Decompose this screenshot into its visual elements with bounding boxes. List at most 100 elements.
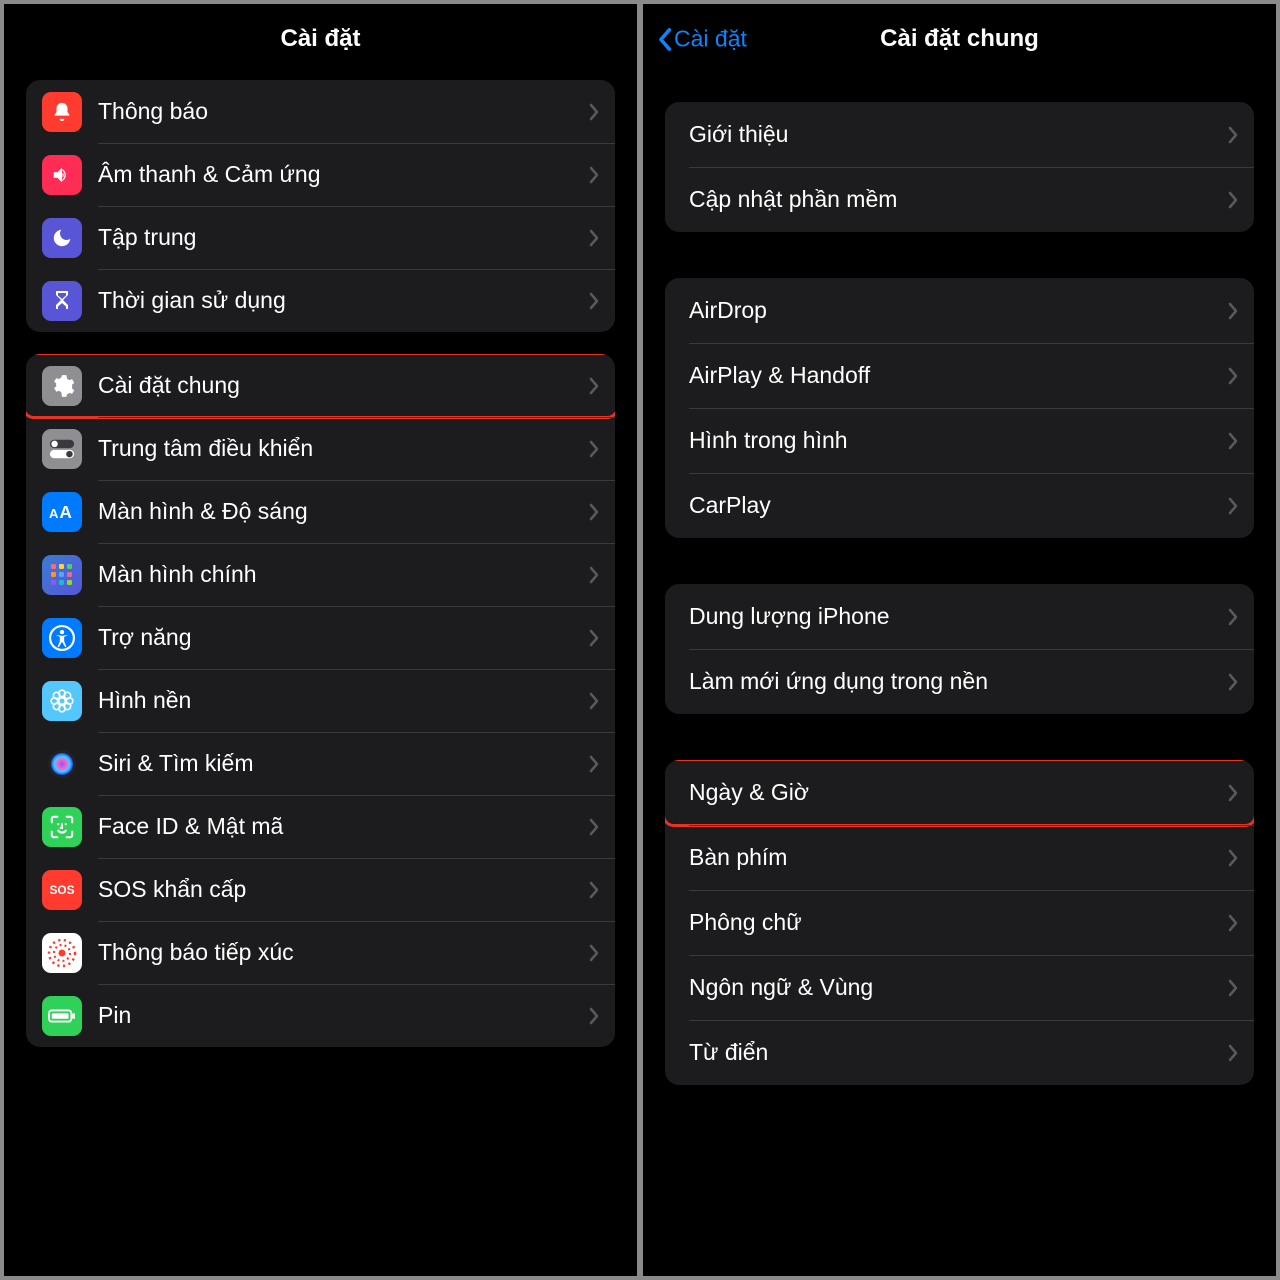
chevron-right-icon: [589, 166, 599, 184]
settings-row-pip[interactable]: Hình trong hình: [665, 408, 1254, 473]
row-label: Thông báo: [98, 98, 589, 125]
chevron-right-icon: [589, 1007, 599, 1025]
row-label: SOS khẩn cấp: [98, 876, 589, 903]
row-label: AirDrop: [689, 297, 1228, 324]
settings-row-wallpaper[interactable]: Hình nền: [26, 669, 615, 732]
speaker-icon: [42, 155, 82, 195]
chevron-right-icon: [589, 103, 599, 121]
row-label: Ngày & Giờ: [689, 779, 1228, 806]
general-list[interactable]: Giới thiệu Cập nhật phần mềm AirDrop AirPla…: [643, 74, 1276, 1276]
settings-row-sounds[interactable]: Âm thanh & Cảm ứng: [26, 143, 615, 206]
grid-icon: [42, 555, 82, 595]
chevron-right-icon: [589, 229, 599, 247]
settings-row-airplay[interactable]: AirPlay & Handoff: [665, 343, 1254, 408]
hourglass-icon: [42, 281, 82, 321]
settings-row-background-refresh[interactable]: Làm mới ứng dụng trong nền: [665, 649, 1254, 714]
settings-row-siri[interactable]: Siri & Tìm kiếm: [26, 732, 615, 795]
row-label: Thời gian sử dụng: [98, 287, 589, 314]
general-settings-pane: Cài đặt Cài đặt chung Giới thiệu Cập nhật…: [643, 4, 1276, 1276]
battery-icon: [42, 996, 82, 1036]
settings-row-language-region[interactable]: Ngôn ngữ & Vùng: [665, 955, 1254, 1020]
back-label: Cài đặt: [674, 26, 747, 53]
row-label: Từ điển: [689, 1039, 1228, 1066]
flower-icon: [42, 681, 82, 721]
back-button[interactable]: Cài đặt: [657, 26, 747, 53]
row-label: Hình trong hình: [689, 427, 1228, 454]
chevron-right-icon: [1228, 914, 1238, 932]
settings-row-carplay[interactable]: CarPlay: [665, 473, 1254, 538]
chevron-right-icon: [1228, 784, 1238, 802]
chevron-right-icon: [589, 755, 599, 773]
settings-row-keyboard[interactable]: Bàn phím: [665, 825, 1254, 890]
chevron-right-icon: [589, 292, 599, 310]
settings-row-display[interactable]: AA Màn hình & Độ sáng: [26, 480, 615, 543]
chevron-right-icon: [589, 692, 599, 710]
chevron-right-icon: [589, 503, 599, 521]
toggles-icon: [42, 429, 82, 469]
row-label: Dung lượng iPhone: [689, 603, 1228, 630]
row-label: Thông báo tiếp xúc: [98, 939, 589, 966]
settings-row-dictionary[interactable]: Từ điển: [665, 1020, 1254, 1085]
settings-row-home-screen[interactable]: Màn hình chính: [26, 543, 615, 606]
faceid-icon: [42, 807, 82, 847]
chevron-right-icon: [1228, 367, 1238, 385]
sos-icon: SOS: [42, 870, 82, 910]
exposure-icon: [42, 933, 82, 973]
chevron-right-icon: [1228, 673, 1238, 691]
settings-row-storage[interactable]: Dung lượng iPhone: [665, 584, 1254, 649]
row-label: Giới thiệu: [689, 121, 1228, 148]
settings-row-notifications[interactable]: Thông báo: [26, 80, 615, 143]
chevron-right-icon: [1228, 126, 1238, 144]
settings-row-fonts[interactable]: Phông chữ: [665, 890, 1254, 955]
settings-row-about[interactable]: Giới thiệu: [665, 102, 1254, 167]
chevron-right-icon: [1228, 302, 1238, 320]
settings-row-general[interactable]: Cài đặt chung: [26, 354, 615, 417]
settings-row-software-update[interactable]: Cập nhật phần mềm: [665, 167, 1254, 232]
row-label: Siri & Tìm kiếm: [98, 750, 589, 777]
chevron-right-icon: [1228, 497, 1238, 515]
row-label: AirPlay & Handoff: [689, 362, 1228, 389]
settings-group: Ngày & Giờ Bàn phím Phông chữ Ngôn ngữ & Vù…: [665, 760, 1254, 1085]
row-label: Phông chữ: [689, 909, 1228, 936]
settings-row-date-time[interactable]: Ngày & Giờ: [665, 760, 1254, 825]
chevron-right-icon: [1228, 849, 1238, 867]
chevron-right-icon: [1228, 979, 1238, 997]
row-label: Tập trung: [98, 224, 589, 251]
settings-list[interactable]: Thông báo Âm thanh & Cảm ứng Tập trung Thời…: [4, 74, 637, 1276]
svg-text:A: A: [49, 506, 59, 521]
settings-group: AirDrop AirPlay & Handoff Hình trong hình C…: [665, 278, 1254, 538]
row-label: Âm thanh & Cảm ứng: [98, 161, 589, 188]
svg-text:A: A: [59, 502, 72, 522]
settings-row-accessibility[interactable]: Trợ năng: [26, 606, 615, 669]
chevron-right-icon: [1228, 1044, 1238, 1062]
settings-row-battery[interactable]: Pin: [26, 984, 615, 1047]
chevron-right-icon: [589, 818, 599, 836]
chevron-right-icon: [1228, 191, 1238, 209]
settings-row-airdrop[interactable]: AirDrop: [665, 278, 1254, 343]
settings-row-faceid[interactable]: Face ID & Mật mã: [26, 795, 615, 858]
page-title: Cài đặt chung: [880, 25, 1039, 53]
moon-icon: [42, 218, 82, 258]
settings-group: Cài đặt chung Trung tâm điều khiển AA Màn h…: [26, 354, 615, 1047]
settings-group: Thông báo Âm thanh & Cảm ứng Tập trung Thời…: [26, 80, 615, 332]
settings-row-focus[interactable]: Tập trung: [26, 206, 615, 269]
chevron-right-icon: [1228, 432, 1238, 450]
header: Cài đặt Cài đặt chung: [643, 4, 1276, 74]
row-label: Trợ năng: [98, 624, 589, 651]
settings-row-sos[interactable]: SOS SOS khẩn cấp: [26, 858, 615, 921]
row-label: Cập nhật phần mềm: [689, 186, 1228, 213]
row-label: Cài đặt chung: [98, 372, 589, 399]
row-label: Màn hình chính: [98, 561, 589, 588]
accessibility-icon: [42, 618, 82, 658]
header: Cài đặt: [4, 4, 637, 74]
settings-row-exposure[interactable]: Thông báo tiếp xúc: [26, 921, 615, 984]
settings-group: Dung lượng iPhone Làm mới ứng dụng trong …: [665, 584, 1254, 714]
settings-pane: Cài đặt Thông báo Âm thanh & Cảm ứng Tập t…: [4, 4, 637, 1276]
chevron-right-icon: [589, 881, 599, 899]
row-label: Màn hình & Độ sáng: [98, 498, 589, 525]
row-label: Trung tâm điều khiển: [98, 435, 589, 462]
chevron-right-icon: [589, 629, 599, 647]
row-label: Ngôn ngữ & Vùng: [689, 974, 1228, 1001]
settings-row-control-center[interactable]: Trung tâm điều khiển: [26, 417, 615, 480]
settings-row-screentime[interactable]: Thời gian sử dụng: [26, 269, 615, 332]
